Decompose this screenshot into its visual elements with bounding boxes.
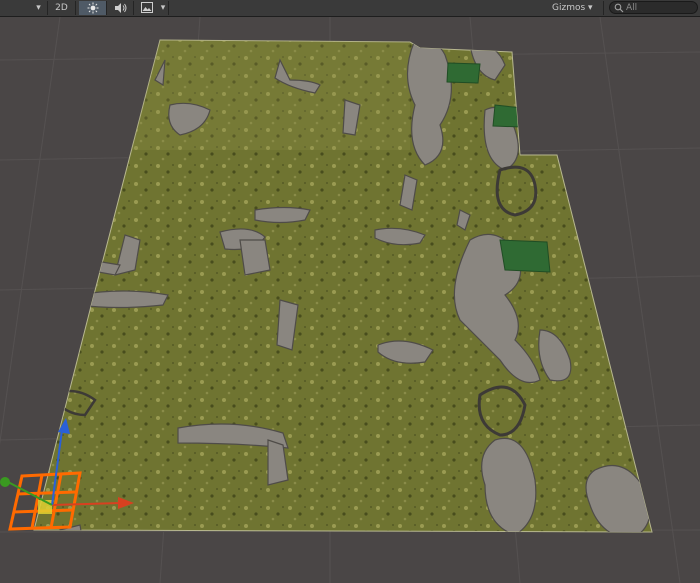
gizmos-dropdown[interactable]: Gizmos ▾ — [546, 1, 604, 15]
effects-dropdown[interactable]: ▾ — [158, 1, 169, 15]
hierarchy-search[interactable] — [609, 1, 698, 14]
search-icon — [614, 3, 624, 13]
scene-effects-button[interactable] — [136, 1, 158, 15]
scene-audio-button[interactable] — [107, 1, 134, 15]
scene-viewport[interactable] — [0, 17, 700, 583]
y-axis-handle-icon[interactable] — [0, 477, 10, 487]
dropdown-arrow-icon: ▾ — [588, 3, 593, 13]
2d-mode-label: 2D — [55, 3, 68, 13]
shading-mode-dropdown[interactable]: ▾ — [30, 1, 48, 15]
gizmos-label: Gizmos — [552, 3, 586, 13]
speaker-icon — [114, 3, 126, 13]
2d-mode-button[interactable]: 2D — [48, 1, 76, 15]
image-icon — [141, 2, 153, 13]
search-input[interactable] — [626, 2, 696, 13]
dropdown-arrow-icon: ▾ — [36, 3, 41, 13]
sun-icon — [87, 2, 98, 14]
scene-toolbar: ▾ 2D ▾ Gizmos ▾ — [0, 0, 700, 17]
dropdown-arrow-icon: ▾ — [160, 3, 166, 13]
terrain[interactable] — [33, 39, 653, 560]
scene-lighting-button[interactable] — [79, 1, 107, 15]
